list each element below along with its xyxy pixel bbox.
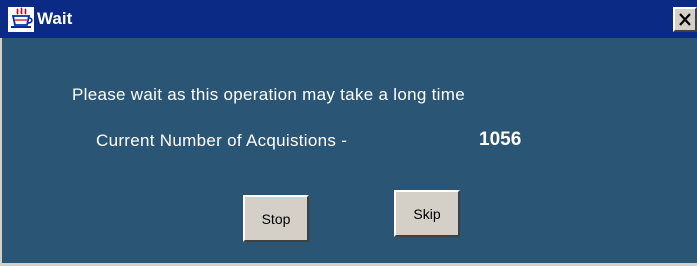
title-bar[interactable]: Wait — [0, 0, 697, 38]
stop-button[interactable]: Stop — [243, 195, 309, 242]
skip-button-label: Skip — [413, 205, 441, 222]
java-coffee-cup-icon — [8, 7, 34, 32]
wait-message: Please wait as this operation may take a… — [72, 85, 465, 104]
dialog-content: Please wait as this operation may take a… — [0, 38, 697, 266]
window-title: Wait — [37, 9, 73, 28]
acquisitions-label: Current Number of Acquistions - — [96, 131, 348, 150]
wait-dialog: Wait Please wait as this operation may t… — [0, 0, 697, 266]
close-icon — [679, 13, 691, 26]
skip-button[interactable]: Skip — [394, 190, 460, 237]
acquisitions-count: 1056 — [479, 129, 522, 150]
stop-button-label: Stop — [261, 210, 291, 227]
close-button[interactable] — [673, 7, 697, 32]
